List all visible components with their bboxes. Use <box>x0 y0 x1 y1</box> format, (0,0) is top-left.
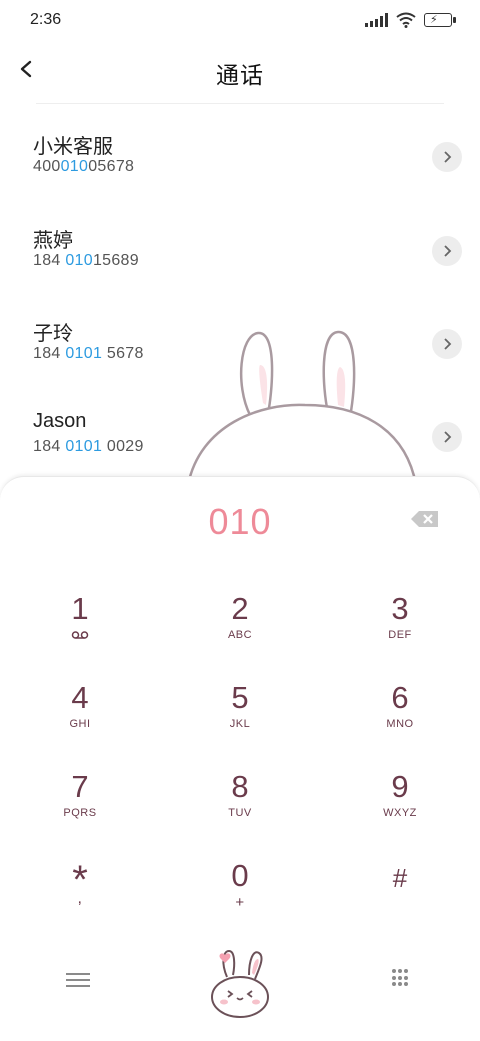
page-title: 通话 <box>216 62 264 88</box>
wifi-icon <box>396 12 416 28</box>
status-bar: 2:36 ⚡ <box>0 0 480 42</box>
match-highlight: 0101 <box>65 345 103 362</box>
dialpad-panel: 010 1 2 ABC 3 DEF 4 GHI 5 JKL 6 MNO 7 PQ… <box>0 476 480 1041</box>
dialpad-bottom-bar <box>0 947 480 1027</box>
match-highlight: 010 <box>65 252 93 269</box>
key-0[interactable]: 0 + <box>160 858 320 938</box>
contact-number: 184 0101 5678 <box>33 345 144 362</box>
contact-detail-button[interactable] <box>432 329 462 359</box>
chevron-right-icon <box>444 245 452 257</box>
contact-name: 子玲 <box>33 323 73 345</box>
dialed-number[interactable]: 010 <box>0 501 480 543</box>
menu-icon[interactable] <box>66 969 90 989</box>
divider <box>36 103 444 104</box>
contact-number: 40001005678 <box>33 158 135 175</box>
contact-name: 小米客服 <box>33 136 113 158</box>
key-6[interactable]: 6 MNO <box>320 680 480 760</box>
key-hash[interactable]: # <box>320 860 480 940</box>
contact-row[interactable]: 子玲 184 0101 5678 <box>0 317 480 407</box>
chevron-right-icon <box>444 151 452 163</box>
status-time: 2:36 <box>30 11 62 28</box>
key-4[interactable]: 4 GHI <box>0 680 160 760</box>
key-7[interactable]: 7 PQRS <box>0 769 160 849</box>
contact-detail-button[interactable] <box>432 142 462 172</box>
battery-icon: ⚡ <box>424 13 456 27</box>
contact-number: 184 01015689 <box>33 252 139 269</box>
match-highlight: 0101 <box>65 438 103 455</box>
key-5[interactable]: 5 JKL <box>160 680 320 760</box>
contact-row[interactable]: 小米客服 40001005678 <box>0 130 480 220</box>
backspace-icon[interactable] <box>410 509 440 529</box>
voicemail-icon <box>71 631 89 639</box>
signal-icon <box>365 13 388 27</box>
contact-row[interactable]: 燕婷 184 01015689 <box>0 224 480 314</box>
key-8[interactable]: 8 TUV <box>160 769 320 849</box>
header: 通话 <box>0 48 480 94</box>
contact-name: 燕婷 <box>33 230 73 252</box>
dialpad-grid-icon[interactable] <box>392 969 410 987</box>
bunny-call-icon[interactable] <box>205 947 275 1019</box>
key-1[interactable]: 1 <box>0 591 160 671</box>
contact-detail-button[interactable] <box>432 422 462 452</box>
key-3[interactable]: 3 DEF <box>320 591 480 671</box>
contact-name: Jason <box>33 410 87 432</box>
status-icons: ⚡ <box>365 12 456 28</box>
key-star[interactable]: * , <box>0 860 160 940</box>
key-9[interactable]: 9 WXYZ <box>320 769 480 849</box>
contact-number: 184 0101 0029 <box>33 438 144 455</box>
contact-detail-button[interactable] <box>432 236 462 266</box>
match-highlight: 010 <box>60 158 89 175</box>
chevron-right-icon <box>444 338 452 350</box>
chevron-right-icon <box>444 431 452 443</box>
key-2[interactable]: 2 ABC <box>160 591 320 671</box>
